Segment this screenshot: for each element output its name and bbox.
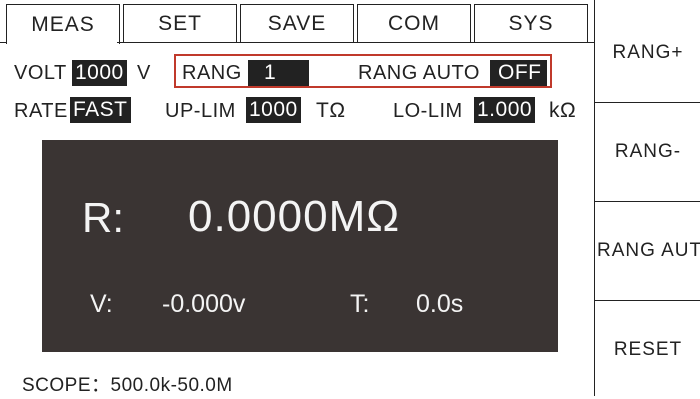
rate-value[interactable]: FAST	[70, 97, 131, 123]
uplim-value[interactable]: 1000	[246, 97, 301, 123]
rate-label: RATE	[14, 100, 68, 122]
rang-plus-button[interactable]: RANG+	[595, 4, 700, 103]
tab-sys[interactable]: SYS	[474, 4, 588, 43]
rang-plus-label: RANG+	[612, 42, 684, 63]
tab-sys-label: SYS	[508, 12, 554, 35]
resistance-value: 0.0000MΩ	[188, 192, 401, 241]
rang-auto-button[interactable]: RANG AUTO	[595, 202, 700, 301]
rang-minus-button[interactable]: RANG-	[595, 103, 700, 202]
meter-screen: MEAS SET SAVE COM SYS VOLT 1000 V RANG 1…	[0, 0, 700, 396]
tab-meas-label: MEAS	[31, 12, 95, 36]
tab-save-label: SAVE	[267, 12, 327, 35]
tab-com[interactable]: COM	[357, 4, 471, 43]
rang-auto-label: RANG AUTO	[358, 62, 480, 84]
active-tab-gap	[7, 42, 117, 44]
lolim-unit: kΩ	[549, 99, 577, 122]
resistance-label: R:	[82, 194, 124, 241]
scope-text: SCOPE：500.0k-50.0M	[22, 375, 233, 396]
rang-auto-value[interactable]: OFF	[490, 60, 547, 86]
time-label: T:	[350, 290, 370, 318]
voltage-label: V:	[90, 290, 113, 318]
tab-bar: MEAS SET SAVE COM SYS	[0, 0, 594, 46]
rang-label: RANG	[182, 62, 242, 84]
volt-label: VOLT	[14, 62, 67, 84]
softkey-panel: RANG+ RANG- RANG AUTO RESET	[594, 0, 700, 396]
tab-set-label: SET	[158, 12, 202, 35]
tab-set[interactable]: SET	[123, 4, 237, 43]
tab-meas[interactable]: MEAS	[6, 4, 120, 44]
measurement-display: R: 0.0000MΩ V: -0.000v T: 0.0s	[42, 140, 558, 352]
reset-button[interactable]: RESET	[595, 301, 700, 399]
time-value: 0.0s	[416, 290, 464, 318]
volt-value[interactable]: 1000	[72, 60, 127, 86]
voltage-value: -0.000v	[162, 290, 246, 318]
uplim-label: UP-LIM	[165, 100, 236, 122]
lolim-label: LO-LIM	[393, 100, 463, 122]
reset-label: RESET	[613, 339, 683, 360]
rang-value[interactable]: 1	[248, 60, 309, 86]
uplim-unit: TΩ	[316, 99, 346, 122]
rang-auto-btn-label: RANG AUTO	[597, 240, 700, 261]
tab-com-label: COM	[388, 12, 440, 35]
tab-save[interactable]: SAVE	[240, 4, 354, 43]
lolim-value[interactable]: 1.000	[474, 97, 536, 123]
rang-minus-label: RANG-	[614, 141, 682, 162]
volt-unit: V	[137, 62, 151, 84]
